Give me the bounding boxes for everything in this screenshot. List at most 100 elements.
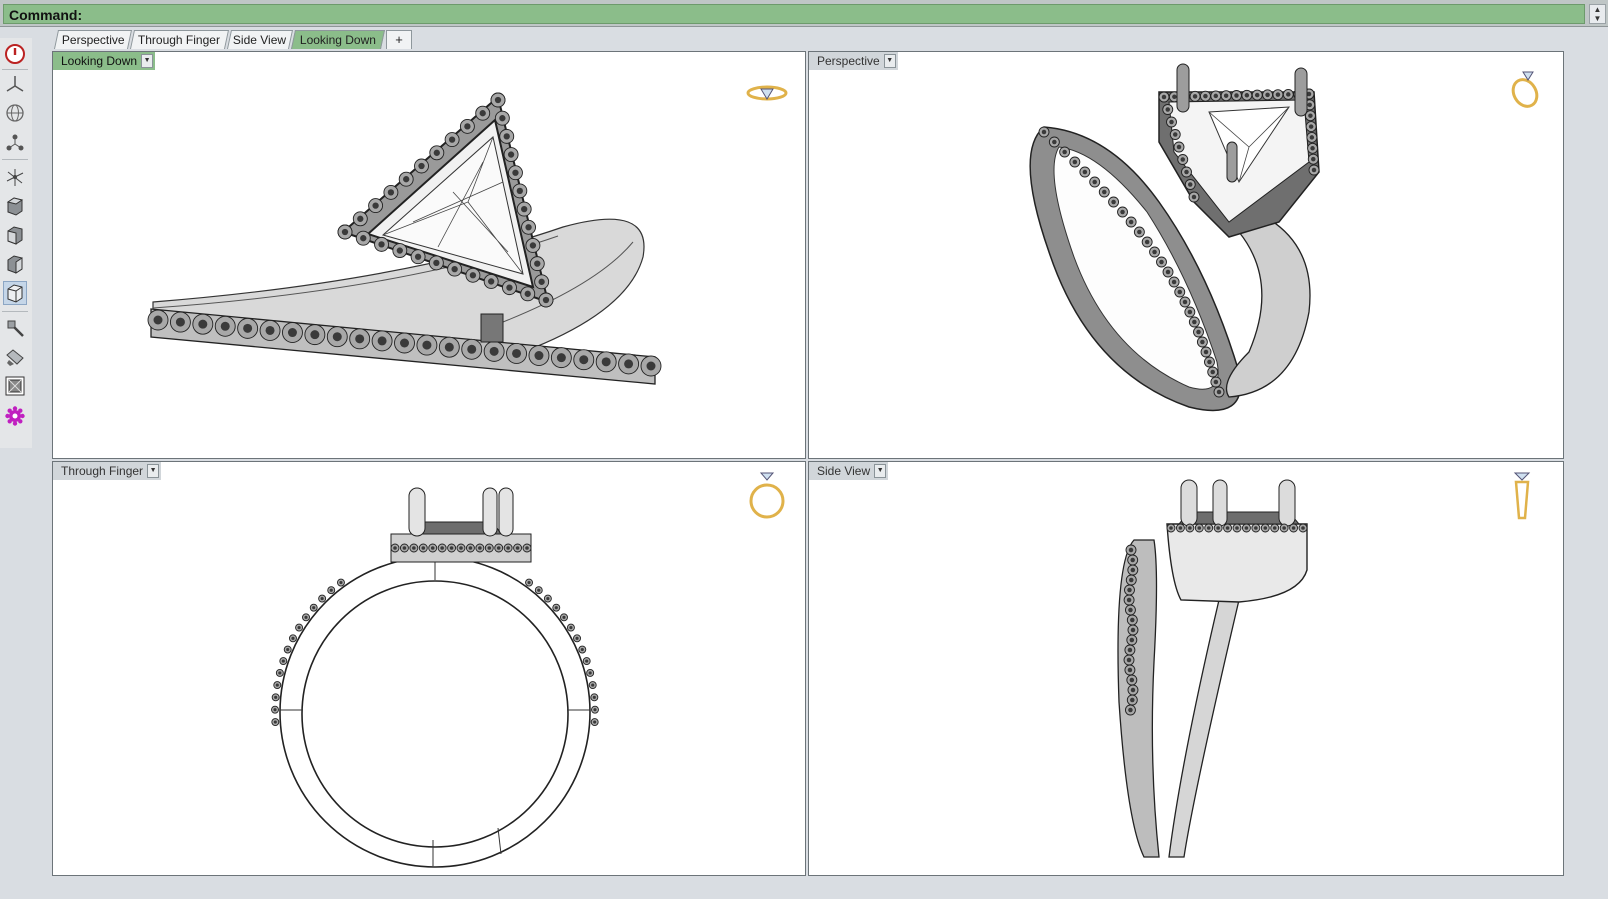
gem-table <box>377 336 387 346</box>
tab-perspective[interactable]: Perspective <box>53 30 133 49</box>
gem-table <box>588 671 592 675</box>
gem-table <box>275 683 279 687</box>
gem-table <box>1275 92 1281 97</box>
gem-table <box>487 546 492 550</box>
viewport-looking-down[interactable]: Looking Down ▼ <box>52 51 806 459</box>
gem-table <box>1128 547 1134 553</box>
gem-table <box>1152 249 1157 255</box>
viewport-side-view[interactable]: Side View ▼ <box>808 461 1564 876</box>
gem-table <box>1197 526 1202 530</box>
tab-looking-down[interactable]: Looking Down <box>290 30 386 49</box>
viewport-title[interactable]: Through Finger ▼ <box>53 462 162 480</box>
gem-table <box>537 588 541 592</box>
gem-table <box>515 546 520 550</box>
gem-table <box>1159 259 1164 265</box>
box-perspective-icon[interactable] <box>3 281 27 305</box>
gem-table <box>418 162 425 170</box>
gem-table <box>516 187 523 195</box>
paint-icon[interactable] <box>3 345 27 369</box>
gem-table <box>529 242 537 249</box>
gem-table <box>554 606 558 610</box>
tab-side-view[interactable]: Side View <box>226 30 294 49</box>
chevron-down-icon[interactable]: ▼ <box>883 54 896 68</box>
axes-icon[interactable] <box>3 72 27 96</box>
chevron-down-icon[interactable]: ▼ <box>147 464 160 478</box>
gem-table <box>273 708 277 712</box>
gem-table <box>310 330 320 340</box>
chevron-down-icon[interactable]: ▼ <box>141 54 154 68</box>
gem-table <box>1165 107 1170 112</box>
gem-table <box>580 647 584 652</box>
viewport-through-finger[interactable]: Through Finger ▼ <box>52 461 806 876</box>
scroll-down-icon[interactable]: ▼ <box>1590 14 1605 23</box>
gem-table <box>591 683 595 687</box>
gem-table <box>1178 526 1183 530</box>
gumball-icon[interactable] <box>3 165 27 189</box>
command-scroll-arrows[interactable]: ▲ ▼ <box>1589 4 1606 24</box>
gem-table <box>575 636 579 640</box>
gem-table <box>1130 557 1135 563</box>
box-front-icon[interactable] <box>3 223 27 247</box>
globe-icon[interactable] <box>3 101 27 125</box>
gem-table <box>1254 92 1260 98</box>
gem-table <box>286 647 290 652</box>
gem-table <box>1176 144 1182 150</box>
gem-table <box>440 546 444 550</box>
gem-table <box>464 123 471 130</box>
gem-table <box>1172 94 1177 100</box>
gem-table <box>1216 526 1220 530</box>
gem-table <box>153 315 163 325</box>
chevron-down-icon[interactable]: ▼ <box>874 464 887 478</box>
render-icon[interactable] <box>3 374 27 398</box>
gem-table <box>494 96 502 104</box>
gem-table <box>1127 667 1133 673</box>
gem-table <box>1111 199 1116 205</box>
viewport-title[interactable]: Looking Down ▼ <box>53 52 156 70</box>
gem-table <box>1092 179 1097 185</box>
gem-table <box>265 325 275 335</box>
gem-table <box>430 546 435 550</box>
gear-icon[interactable] <box>3 404 27 428</box>
gem-table <box>1311 156 1316 162</box>
ring-model-side-view <box>1117 479 1308 858</box>
brush-icon[interactable] <box>3 316 27 340</box>
gem-table <box>479 110 486 117</box>
nodes-icon[interactable] <box>3 130 27 154</box>
gem-table <box>1082 169 1088 175</box>
gem-table <box>538 278 545 285</box>
tab-through-finger[interactable]: Through Finger <box>129 30 230 49</box>
halo-stones <box>1166 523 1308 533</box>
gem-table <box>1130 627 1136 633</box>
command-input[interactable]: Command: <box>3 4 1585 24</box>
gem-table <box>1310 146 1315 151</box>
gem-table <box>1173 132 1178 137</box>
gem-table <box>1182 299 1188 305</box>
gem-table <box>1169 526 1173 530</box>
ring-model-perspective <box>1029 63 1320 412</box>
tab-add-button[interactable]: + <box>386 30 412 49</box>
gem-table <box>1244 526 1249 530</box>
box-side-icon[interactable] <box>3 252 27 276</box>
gem-table <box>592 695 596 699</box>
box-top-icon[interactable] <box>3 194 27 218</box>
gem-table <box>1216 389 1222 395</box>
gem-table <box>1129 577 1134 583</box>
ring-model-through-finger <box>271 487 599 868</box>
gem-table <box>449 546 454 550</box>
gem-table <box>624 359 634 369</box>
gem-table <box>287 328 297 338</box>
gem-table <box>1203 349 1209 355</box>
gem-table <box>525 224 532 231</box>
scroll-up-icon[interactable]: ▲ <box>1590 5 1605 14</box>
viewport-perspective[interactable]: Perspective ▼ <box>808 51 1564 459</box>
power-icon[interactable] <box>3 42 27 66</box>
gem-table <box>1130 567 1136 573</box>
gem-table <box>1307 102 1312 108</box>
gem-table <box>1188 526 1192 530</box>
gem-table <box>1291 526 1296 530</box>
gem-table <box>546 597 550 601</box>
gem-table <box>1128 707 1133 713</box>
viewport-title[interactable]: Side View ▼ <box>809 462 889 480</box>
viewport-title[interactable]: Perspective ▼ <box>809 52 898 70</box>
band-stones <box>271 578 599 726</box>
